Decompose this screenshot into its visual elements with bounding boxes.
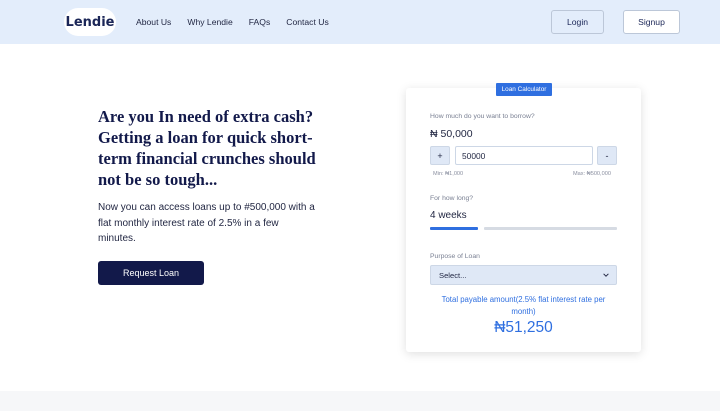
min-amount-label: Min: ₦1,000 — [433, 171, 464, 177]
duration-question-label: For how long? — [430, 195, 474, 202]
increment-amount-button[interactable]: + — [430, 146, 450, 165]
amount-question-label: How much do you want to borrow? — [430, 113, 535, 120]
duration-slider-active[interactable] — [430, 227, 478, 230]
hero-description: Now you can access loans up to #500,000 … — [98, 202, 315, 244]
logo[interactable]: Lendie — [64, 8, 116, 36]
footer-band — [0, 391, 720, 411]
max-amount-label: Max: ₦500,000 — [573, 171, 611, 177]
main-nav: About Us Why Lendie FAQs Contact Us — [136, 0, 345, 44]
chevron-down-icon — [603, 273, 609, 277]
purpose-select-value: Select... — [439, 270, 467, 280]
signup-button[interactable]: Signup — [623, 10, 680, 34]
purpose-select[interactable]: Select... — [430, 265, 617, 285]
total-payable-label: Total payable amount(2.5% flat interest … — [441, 295, 606, 316]
hero-title: Are you In need of extra cash? Getting a… — [98, 107, 316, 189]
loan-calculator-badge: Loan Calculator — [496, 83, 552, 96]
nav-why-lendie[interactable]: Why Lendie — [187, 17, 232, 27]
amount-display: ₦ 50,000 — [430, 128, 473, 140]
nav-about-us[interactable]: About Us — [136, 17, 171, 27]
purpose-label: Purpose of Loan — [430, 253, 480, 260]
decrement-amount-button[interactable]: - — [597, 146, 617, 165]
duration-value: 4 weeks — [430, 210, 467, 221]
total-payable-amount: ₦51,250 — [494, 319, 553, 336]
amount-input[interactable] — [455, 146, 593, 165]
request-loan-button[interactable]: Request Loan — [98, 261, 204, 285]
duration-slider-track[interactable] — [484, 227, 617, 230]
nav-faqs[interactable]: FAQs — [249, 17, 271, 27]
nav-contact-us[interactable]: Contact Us — [286, 17, 329, 27]
top-navbar: Lendie About Us Why Lendie FAQs Contact … — [0, 0, 720, 44]
login-button[interactable]: Login — [551, 10, 604, 34]
